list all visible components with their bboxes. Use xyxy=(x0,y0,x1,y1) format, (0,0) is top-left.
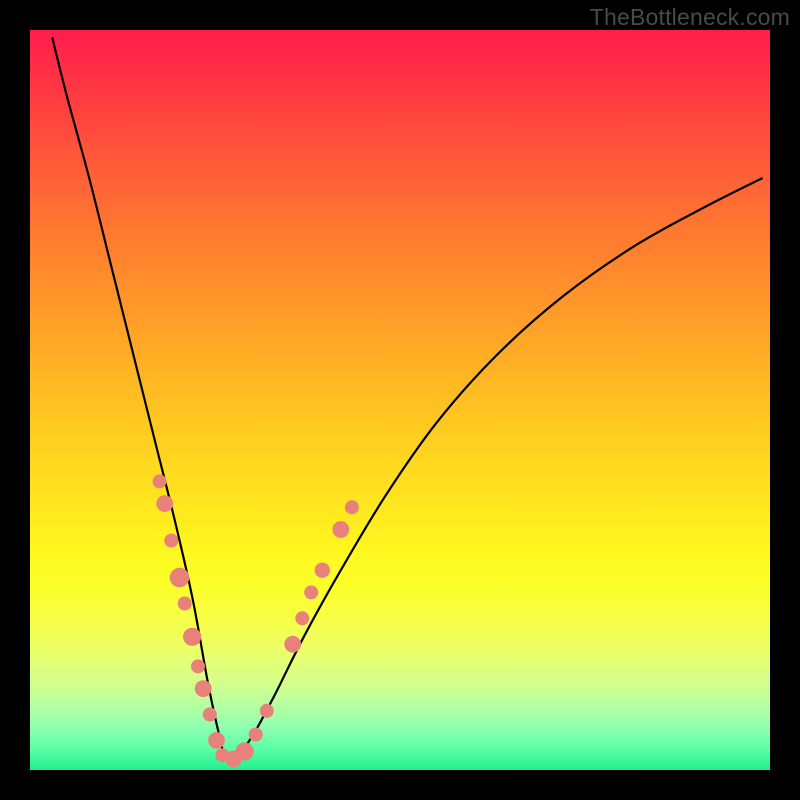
scatter-dot xyxy=(260,704,274,718)
scatter-dot xyxy=(284,636,301,653)
scatter-dot xyxy=(195,680,212,697)
bottleneck-curve xyxy=(52,37,762,760)
scatter-dot xyxy=(249,728,263,742)
scatter-dot xyxy=(332,521,349,538)
scatter-dot xyxy=(345,500,359,514)
scatter-dot xyxy=(170,568,190,588)
scatter-dot xyxy=(304,585,318,599)
scatter-dot xyxy=(153,474,167,488)
scatter-dot xyxy=(191,659,205,673)
plot-area xyxy=(30,30,770,770)
scatter-dot xyxy=(178,597,192,611)
scatter-dot xyxy=(203,708,217,722)
scatter-dot xyxy=(156,495,173,512)
scatter-dot xyxy=(295,611,309,625)
scatter-dot xyxy=(315,563,330,578)
curve-svg xyxy=(30,30,770,770)
scatter-dots xyxy=(153,474,359,767)
watermark-text: TheBottleneck.com xyxy=(590,4,790,31)
scatter-dot xyxy=(183,628,201,646)
scatter-dot xyxy=(164,534,178,548)
chart-frame: TheBottleneck.com xyxy=(0,0,800,800)
scatter-dot xyxy=(236,742,254,760)
scatter-dot xyxy=(208,732,225,749)
